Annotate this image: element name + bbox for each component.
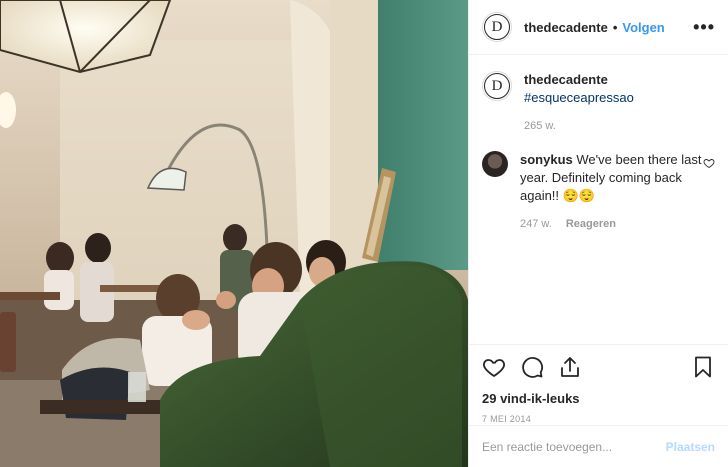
post-comment-button[interactable]: Plaatsen: [666, 440, 715, 454]
caption-user[interactable]: thedecadente: [524, 72, 608, 87]
comment-age[interactable]: 247 w.: [520, 215, 552, 233]
caption-age[interactable]: 265 w.: [524, 117, 556, 135]
comment-body: sonykus We've been there last year. Defi…: [520, 151, 703, 233]
caption-hashtag[interactable]: #esqueceapressao: [524, 90, 634, 105]
follow-button[interactable]: Volgen: [622, 20, 664, 35]
avatar-letter: D: [484, 73, 510, 99]
post-actions: 29 vind-ik-leuks 7 MEI 2014: [469, 344, 728, 424]
caption: D thedecadente #esqueceapressao 265 w.: [482, 71, 715, 135]
comment-user[interactable]: sonykus: [520, 152, 573, 167]
heart-icon[interactable]: [482, 355, 506, 379]
comment-meta: 247 w. Reageren: [520, 215, 703, 233]
comment-like-heart-icon[interactable]: [703, 157, 715, 169]
post-side-panel: D thedecadente • Volgen ••• D thedecaden…: [468, 0, 728, 467]
action-icons: [482, 355, 715, 379]
account-name[interactable]: thedecadente: [524, 20, 608, 35]
bookmark-icon[interactable]: [691, 355, 715, 379]
comments-list: D thedecadente #esqueceapressao 265 w. s…: [469, 55, 728, 233]
likes-count[interactable]: 29 vind-ik-leuks: [482, 391, 715, 406]
post-header: D thedecadente • Volgen •••: [469, 0, 728, 55]
reply-button[interactable]: Reageren: [566, 215, 616, 233]
more-options-icon[interactable]: •••: [693, 17, 715, 38]
comment-input[interactable]: [482, 439, 666, 454]
comment-icon[interactable]: [520, 355, 544, 379]
account-avatar[interactable]: D: [482, 12, 512, 42]
post-date[interactable]: 7 MEI 2014: [482, 414, 715, 424]
commenter-avatar[interactable]: [482, 151, 508, 177]
post-photo[interactable]: [0, 0, 468, 467]
share-icon[interactable]: [558, 355, 582, 379]
avatar-letter: D: [484, 14, 510, 40]
caption-avatar[interactable]: D: [482, 71, 512, 101]
separator-dot: •: [612, 19, 618, 35]
add-comment-bar: Plaatsen: [469, 425, 728, 467]
caption-body: thedecadente #esqueceapressao 265 w.: [524, 71, 715, 135]
caption-meta: 265 w.: [524, 117, 715, 135]
comment-item: sonykus We've been there last year. Defi…: [482, 151, 715, 233]
cafe-interior-photo: [0, 0, 468, 467]
